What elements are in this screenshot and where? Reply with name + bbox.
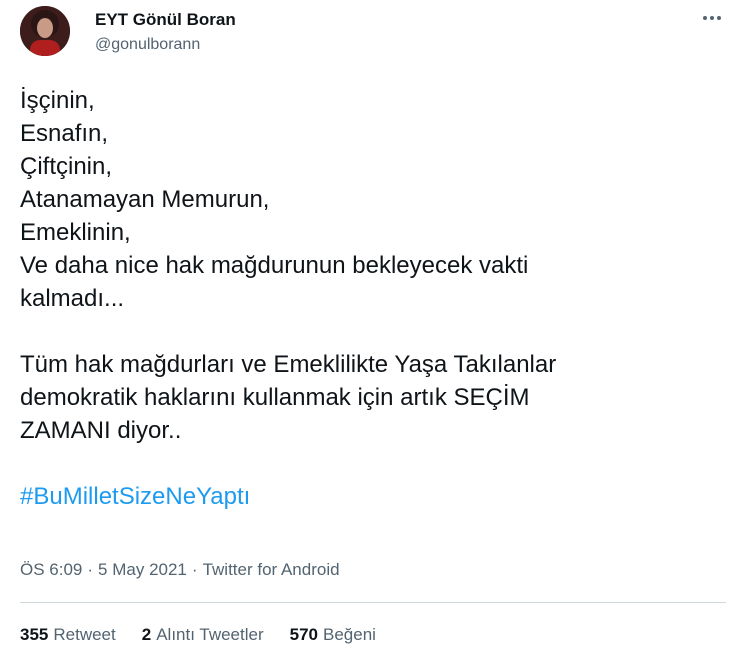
tweet-stats: 355 Retweet 2 Alıntı Tweetler 570 Beğeni <box>20 624 402 646</box>
tweet-source[interactable]: Twitter for Android <box>203 560 340 579</box>
author-block: EYT Gönül Boran @gonulborann <box>95 10 236 56</box>
tweet-date[interactable]: 5 May 2021 <box>98 560 187 579</box>
likes-stat[interactable]: 570 Beğeni <box>290 624 376 646</box>
tweet-line: Çiftçinin, <box>20 153 113 180</box>
tweet-line: Ve daha nice hak mağdurunun bekleyecek v… <box>20 252 529 279</box>
more-options-button[interactable] <box>700 6 724 30</box>
meta-separator: · <box>87 560 94 579</box>
tweet-line: İşçinin, <box>20 87 95 114</box>
quotes-stat[interactable]: 2 Alıntı Tweetler <box>142 624 264 646</box>
tweet-line: Emeklinin, <box>20 219 131 246</box>
tweet-header: EYT Gönül Boran @gonulborann <box>20 6 726 64</box>
tweet-time[interactable]: ÖS 6:09 <box>20 560 82 579</box>
likes-label: Beğeni <box>323 625 376 644</box>
quotes-count: 2 <box>141 625 152 644</box>
tweet-line: kalmadı... <box>20 285 125 312</box>
likes-count: 570 <box>289 625 318 644</box>
hashtag-link[interactable]: #BuMilletSizeNeYaptı <box>20 480 720 513</box>
tweet-text: İşçinin, Esnafın, Çiftçinin, Atanamayan … <box>20 84 720 513</box>
avatar[interactable] <box>20 6 70 56</box>
author-display-name[interactable]: EYT Gönül Boran <box>95 10 236 30</box>
retweets-label: Retweet <box>53 625 116 644</box>
tweet-meta: ÖS 6:09 · 5 May 2021 · Twitter for Android <box>20 559 340 581</box>
tweet-line: demokratik haklarını kullanmak için artı… <box>20 384 530 411</box>
quotes-label: Alıntı Tweetler <box>156 625 264 644</box>
tweet-line: ZAMANI diyor.. <box>20 417 182 444</box>
avatar-image <box>20 6 70 56</box>
tweet-line: Esnafın, <box>20 120 109 147</box>
more-horizontal-icon <box>703 16 721 20</box>
tweet-line: Tüm hak mağdurları ve Emeklilikte Yaşa T… <box>20 351 557 378</box>
author-handle[interactable]: @gonulborann <box>95 34 236 56</box>
retweets-count: 355 <box>20 625 49 644</box>
tweet-detail: EYT Gönül Boran @gonulborann İşçinin, Es… <box>0 0 736 658</box>
meta-separator: · <box>191 560 198 579</box>
tweet-line: Atanamayan Memurun, <box>20 186 270 213</box>
divider <box>20 602 726 603</box>
retweets-stat[interactable]: 355 Retweet <box>20 624 116 646</box>
